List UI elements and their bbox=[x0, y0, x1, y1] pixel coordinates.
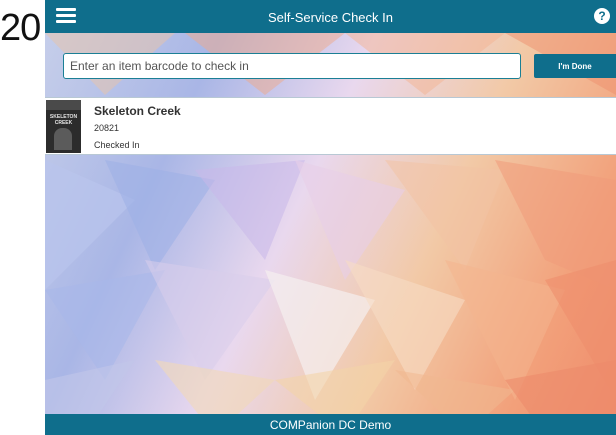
help-icon[interactable]: ? bbox=[594, 8, 610, 24]
im-done-button[interactable]: I'm Done bbox=[534, 54, 616, 78]
item-barcode: 20821 bbox=[94, 123, 120, 133]
item-status: Checked In bbox=[94, 140, 140, 150]
hamburger-menu-icon[interactable] bbox=[56, 8, 76, 25]
book-cover-image: SKELETON CREEK bbox=[46, 100, 81, 153]
app-window: Self-Service Check In ? I'm Done SKELETO… bbox=[45, 0, 616, 435]
stray-text: 20 bbox=[0, 7, 41, 49]
page-title: Self-Service Check In bbox=[268, 10, 393, 25]
book-cover-title: SKELETON CREEK bbox=[49, 114, 78, 126]
top-bar: Self-Service Check In ? bbox=[45, 0, 616, 33]
barcode-input[interactable] bbox=[63, 53, 521, 79]
footer-label: COMPanion DC Demo bbox=[45, 414, 616, 435]
item-title: Skeleton Creek bbox=[94, 104, 181, 118]
checked-in-item-card: SKELETON CREEK Skeleton Creek 20821 Chec… bbox=[45, 97, 616, 155]
